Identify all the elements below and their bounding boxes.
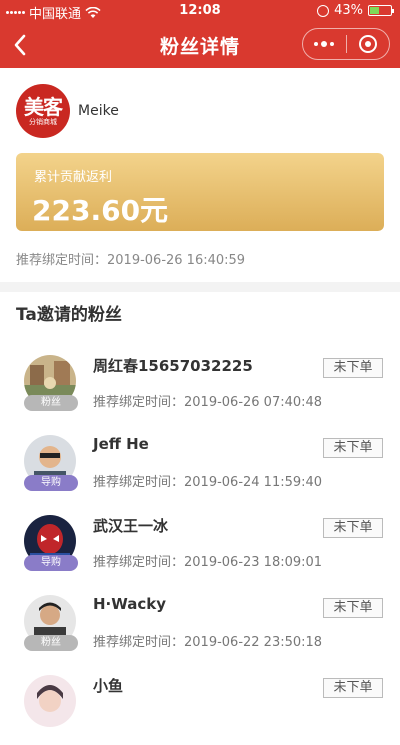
target-circle-icon <box>358 35 377 53</box>
fan-list: 粉丝 周红春15657032225 推荐绑定时间：2019-06-26 07:4… <box>0 345 400 745</box>
more-button[interactable] <box>303 29 346 59</box>
role-tag: 导购 <box>24 555 78 571</box>
list-item[interactable]: 粉丝 周红春15657032225 推荐绑定时间：2019-06-26 07:4… <box>0 345 400 425</box>
order-status-badge: 未下单 <box>323 598 383 618</box>
earnings-card: 累计贡献返利 223.60元 <box>16 153 384 231</box>
fan-name: 周红春15657032225 <box>93 357 253 375</box>
app-header: 中国联通 12:08 43% 粉丝详情 <box>0 0 400 68</box>
role-tag: 粉丝 <box>24 635 78 651</box>
battery-level <box>370 7 379 14</box>
fan-bind-time: 推荐绑定时间：2019-06-22 23:50:18 <box>93 635 323 650</box>
order-status-badge: 未下单 <box>323 438 383 458</box>
nav-bar: 粉丝详情 <box>0 22 400 68</box>
fan-bind-time: 推荐绑定时间：2019-06-23 18:09:01 <box>93 555 323 570</box>
fan-name: 武汉王一冰 <box>93 517 169 535</box>
earnings-label: 累计贡献返利 <box>34 170 113 185</box>
profile-row: 美客 分销商城 Meike <box>16 84 119 138</box>
earnings-amount: 223.60元 <box>32 194 169 227</box>
order-status-badge: 未下单 <box>323 518 383 538</box>
fan-name: 小鱼 <box>93 677 124 695</box>
list-item[interactable]: 导购 武汉王一冰 推荐绑定时间：2019-06-23 18:09:01 未下单 <box>0 505 400 585</box>
mini-program-capsule <box>302 28 390 60</box>
list-item[interactable]: 导购 Jeff He 推荐绑定时间：2019-06-24 11:59:40 未下… <box>0 425 400 505</box>
fan-bind-time: 推荐绑定时间：2019-06-24 11:59:40 <box>93 475 323 490</box>
role-tag: 导购 <box>24 475 78 491</box>
battery-icon <box>368 5 394 16</box>
status-bar: 中国联通 12:08 43% <box>0 0 400 22</box>
rotation-lock-icon <box>317 4 330 17</box>
fan-name: Jeff He <box>93 435 149 453</box>
order-status-badge: 未下单 <box>323 678 383 698</box>
battery-percent: 43% <box>334 3 363 18</box>
role-tag: 粉丝 <box>24 395 78 411</box>
fan-bind-time: 推荐绑定时间：2019-06-26 07:40:48 <box>93 395 323 410</box>
list-item[interactable]: 粉丝 H·Wacky 推荐绑定时间：2019-06-22 23:50:18 未下… <box>0 585 400 665</box>
avatar <box>24 675 76 727</box>
section-divider <box>0 282 400 292</box>
close-button[interactable] <box>347 29 390 59</box>
fan-nickname: Meike <box>78 103 119 119</box>
bind-time: 推荐绑定时间：2019-06-26 16:40:59 <box>16 253 246 268</box>
order-status-badge: 未下单 <box>323 358 383 378</box>
more-dots-icon <box>314 41 335 47</box>
list-item[interactable]: 小鱼 未下单 <box>0 665 400 745</box>
fan-name: H·Wacky <box>93 595 167 613</box>
invited-fans-title: Ta邀请的粉丝 <box>16 305 122 325</box>
store-logo: 美客 分销商城 <box>16 84 70 138</box>
